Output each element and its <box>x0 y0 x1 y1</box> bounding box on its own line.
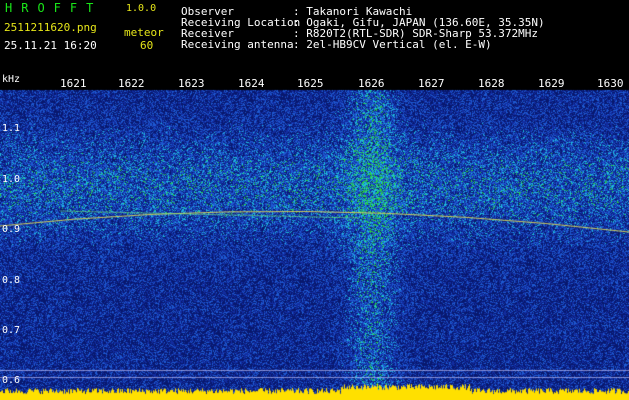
info-row-antenna: Receiving antenna: 2el-HB9CV Vertical (e… <box>181 39 492 50</box>
y-axis-unit: kHz <box>2 74 21 85</box>
app-logo: HROFFT <box>5 1 103 15</box>
waterfall-spectrogram <box>0 76 629 400</box>
spectrogram-canvas <box>0 76 629 400</box>
meteor-count: 60 <box>140 39 154 52</box>
x-tick-label: 1623 <box>178 77 205 90</box>
y-tick-label: 1.1 <box>2 123 21 134</box>
x-tick-label: 1630 <box>597 77 624 90</box>
y-tick-label: 0.6 <box>2 375 21 386</box>
capture-type-label: meteor <box>124 26 164 39</box>
info-value: : 2el-HB9CV Vertical (el. E-W) <box>293 38 492 51</box>
y-tick-label: 1.0 <box>2 174 21 185</box>
x-tick-label: 1622 <box>118 77 145 90</box>
x-tick-label: 1624 <box>238 77 265 90</box>
x-tick-label: 1627 <box>418 77 445 90</box>
x-tick-label: 1625 <box>297 77 324 90</box>
y-tick-label: 0.8 <box>2 275 21 286</box>
x-tick-label: 1629 <box>538 77 565 90</box>
capture-filename: 2511211620.png <box>4 21 97 34</box>
info-key: Receiving antenna <box>181 38 294 51</box>
y-tick-label: 0.9 <box>2 224 21 235</box>
y-tick-label: 0.7 <box>2 325 21 336</box>
capture-datetime: 25.11.21 16:20 <box>4 39 97 52</box>
x-tick-label: 1621 <box>60 77 87 90</box>
x-tick-label: 1626 <box>358 77 385 90</box>
app-version: 1.0.0 <box>126 3 157 14</box>
x-tick-label: 1628 <box>478 77 505 90</box>
